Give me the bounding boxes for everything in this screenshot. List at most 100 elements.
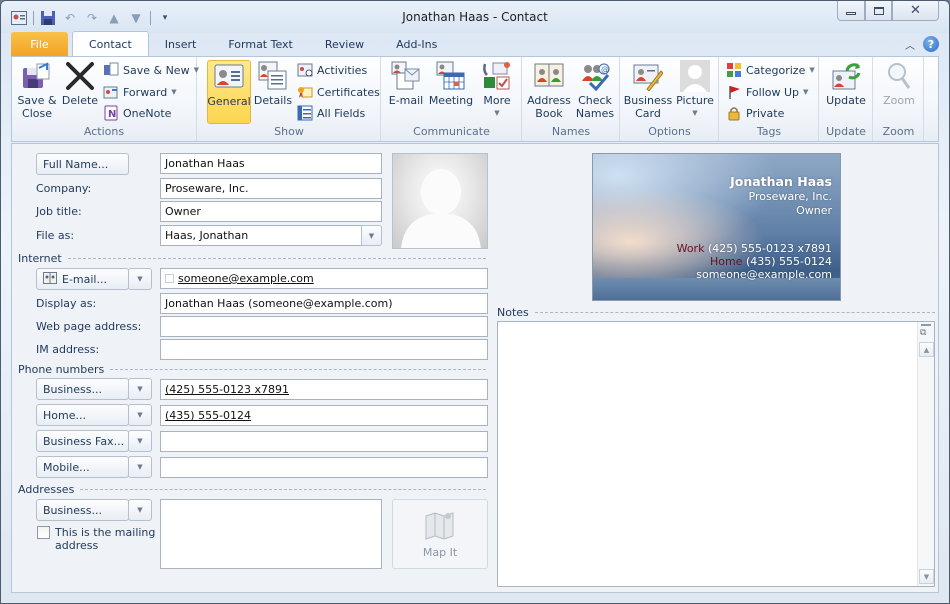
home-phone-dropdown[interactable]: ▼ <box>128 404 152 426</box>
email-button[interactable]: E-mail <box>386 60 426 124</box>
group-label-actions: Actions <box>83 125 125 138</box>
person-silhouette-icon <box>401 169 481 248</box>
business-card-button[interactable]: Business Card <box>624 60 672 124</box>
notes-scrollbar[interactable]: ⧉ ▲ ▼ <box>917 322 934 586</box>
file-as-select[interactable]: Haas, Jonathan <box>160 225 362 246</box>
categorize-button[interactable]: Categorize ▼ <box>726 60 815 80</box>
group-label-update: Update <box>826 125 866 138</box>
more-icon <box>481 60 513 92</box>
delete-button[interactable]: Delete <box>60 60 100 124</box>
forward-button[interactable]: Forward ▼ <box>103 82 177 102</box>
activities-icon <box>297 62 313 78</box>
svg-text:N: N <box>108 109 116 120</box>
display-as-field[interactable]: Jonathan Haas (someone@example.com) <box>160 293 488 314</box>
chevron-down-icon: ▼ <box>368 231 375 240</box>
scroll-down-button[interactable]: ▼ <box>919 569 934 584</box>
address-type-dropdown[interactable]: ▼ <box>128 499 152 521</box>
all-fields-icon <box>297 105 313 121</box>
certificates-icon <box>297 84 313 100</box>
mobile-phone-button[interactable]: Mobile... <box>36 456 129 478</box>
contact-photo[interactable] <box>392 153 488 249</box>
business-phone-field[interactable]: (425) 555-0123 x7891 <box>160 379 488 400</box>
mobile-phone-field[interactable] <box>160 457 488 478</box>
address-book-button[interactable]: Address Book <box>526 60 572 124</box>
group-show: General Details Activities Certificates … <box>198 57 381 141</box>
map-it-button[interactable]: Map It <box>392 499 488 569</box>
certificates-button[interactable]: Certificates <box>297 82 380 102</box>
tab-contact[interactable]: Contact <box>72 31 149 56</box>
full-name-field[interactable]: Jonathan Haas <box>160 153 382 174</box>
onenote-button[interactable]: N OneNote <box>103 103 171 123</box>
update-button[interactable]: Update <box>823 60 869 124</box>
email-type-button[interactable]: E-mail... <box>36 268 129 290</box>
web-page-field[interactable] <box>160 316 488 337</box>
chevron-down-icon: ▼ <box>137 385 143 393</box>
dropdown-caret-icon: ▼ <box>803 88 809 96</box>
mailing-address-checkbox[interactable] <box>37 526 50 539</box>
im-address-field[interactable] <box>160 339 488 360</box>
card-email: someone@example.com <box>696 268 832 281</box>
group-tags: Categorize ▼ Follow Up ▼ Private Tags <box>720 57 819 141</box>
tab-add-ins[interactable]: Add-Ins <box>380 32 453 56</box>
company-field[interactable]: Proseware, Inc. <box>160 178 382 199</box>
web-page-label: Web page address: <box>36 320 142 333</box>
map-icon <box>425 511 454 540</box>
save-new-button[interactable]: Save & New ▼ <box>103 60 199 80</box>
business-phone-button[interactable]: Business... <box>36 378 129 400</box>
details-button[interactable]: Details <box>253 60 293 124</box>
internet-section: Internet <box>18 252 486 265</box>
email-icon <box>390 60 422 92</box>
notes-field[interactable]: ⧉ ▲ ▼ <box>497 321 935 587</box>
minimize-button[interactable] <box>837 1 865 21</box>
phone-numbers-section: Phone numbers <box>18 363 486 376</box>
general-button[interactable]: General <box>207 60 251 124</box>
tab-file[interactable]: File <box>11 32 68 56</box>
group-label-options: Options <box>648 125 691 138</box>
minimize-ribbon-icon[interactable]: ︿ <box>905 37 915 52</box>
email-type-dropdown[interactable]: ▼ <box>128 268 152 290</box>
business-fax-dropdown[interactable]: ▼ <box>128 430 152 452</box>
email-field[interactable]: someone@example.com <box>160 268 488 289</box>
follow-up-button[interactable]: Follow Up ▼ <box>726 82 808 102</box>
all-fields-button[interactable]: All Fields <box>297 103 365 123</box>
dropdown-caret-icon: ▼ <box>692 109 698 117</box>
close-button[interactable]: ✕ <box>892 1 939 21</box>
home-phone-button[interactable]: Home... <box>36 404 129 426</box>
address-type-button[interactable]: Business... <box>36 499 129 521</box>
address-field[interactable] <box>160 499 382 569</box>
ribbon-tabs: File Contact Insert Format Text Review A… <box>11 31 939 56</box>
mobile-phone-dropdown[interactable]: ▼ <box>128 456 152 478</box>
scroll-up-button[interactable]: ▲ <box>919 342 934 357</box>
company-label: Company: <box>36 182 92 195</box>
zoom-button[interactable]: Zoom <box>878 60 920 124</box>
ribbon: Save & Close Delete Save & New ▼ Forward ▼… <box>11 56 939 142</box>
picture-button[interactable]: Picture ▼ <box>674 60 716 124</box>
more-button[interactable]: More ▼ <box>477 60 517 124</box>
details-icon <box>257 60 289 92</box>
business-phone-dropdown[interactable]: ▼ <box>128 378 152 400</box>
help-icon[interactable]: ? <box>923 36 939 52</box>
update-icon <box>830 60 862 92</box>
maximize-button[interactable] <box>865 1 892 21</box>
tab-insert[interactable]: Insert <box>149 32 213 56</box>
private-button[interactable]: Private <box>726 103 784 123</box>
tab-review[interactable]: Review <box>309 32 380 56</box>
tab-format-text[interactable]: Format Text <box>212 32 309 56</box>
meeting-button[interactable]: Meeting <box>428 60 474 124</box>
business-fax-button[interactable]: Business Fax... <box>36 430 129 452</box>
job-title-field[interactable]: Owner <box>160 201 382 222</box>
check-names-button[interactable]: @ Check Names <box>574 60 616 124</box>
home-phone-field[interactable]: (435) 555-0124 <box>160 405 488 426</box>
insert-object-icon[interactable]: ⧉ <box>920 328 933 340</box>
activities-button[interactable]: Activities <box>297 60 367 80</box>
scroll-down-icon: ▼ <box>923 572 930 581</box>
save-close-button[interactable]: Save & Close <box>15 60 59 124</box>
contact-window: ↶ ↷ ▲ ▼ ▾ Jonathan Haas - Contact ✕ File… <box>0 0 950 604</box>
full-name-button[interactable]: Full Name... <box>36 153 129 175</box>
chevron-down-icon: ▼ <box>137 411 143 419</box>
split-handle[interactable] <box>921 324 931 326</box>
business-fax-field[interactable] <box>160 431 488 452</box>
group-actions: Save & Close Delete Save & New ▼ Forward ▼… <box>12 57 199 141</box>
business-card-preview[interactable]: Jonathan Haas Proseware, Inc. Owner Work… <box>592 153 841 301</box>
file-as-dropdown-button[interactable]: ▼ <box>361 225 382 246</box>
